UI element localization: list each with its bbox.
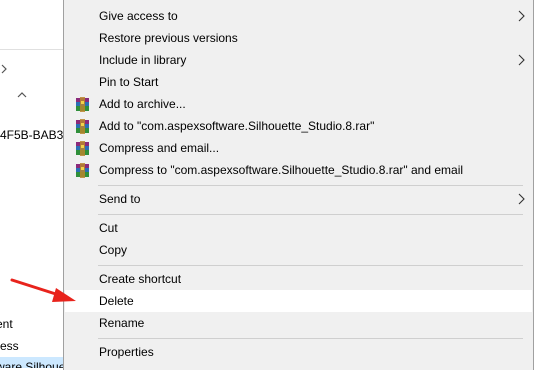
menu-item-label: Copy	[99, 243, 128, 257]
file-row[interactable]: -4F5B-BAB3	[0, 125, 66, 145]
menu-item-restore-previous-versions[interactable]: Restore previous versions	[65, 27, 532, 49]
menu-item-label: Add to "com.aspexsoftware.Silhouette_Stu…	[99, 119, 375, 133]
menu-item-add-to-archive[interactable]: Add to archive...	[65, 93, 532, 115]
menu-item-cut[interactable]: Cut	[65, 217, 532, 239]
menu-item-rename[interactable]: Rename	[65, 312, 532, 334]
menu-item-label: Delete	[99, 294, 134, 308]
context-menu: Give access to Restore previous versions…	[63, 0, 534, 370]
menu-separator	[98, 338, 523, 339]
menu-item-label: Rename	[99, 316, 145, 330]
chevron-up-icon[interactable]	[17, 91, 27, 99]
menu-item-pin-to-start[interactable]: Pin to Start	[65, 71, 532, 93]
winrar-icon	[76, 119, 89, 134]
menu-item-send-to[interactable]: Send to	[65, 188, 532, 210]
explorer-divider	[0, 49, 66, 50]
menu-item-label: Give access to	[99, 9, 178, 23]
file-name: ent	[0, 317, 13, 331]
menu-item-label: Restore previous versions	[99, 31, 238, 45]
menu-item-label: Properties	[99, 345, 154, 359]
winrar-icon	[76, 141, 89, 156]
file-name: -4F5B-BAB3	[0, 128, 64, 142]
menu-separator	[98, 265, 523, 266]
file-name: ress	[0, 339, 19, 353]
winrar-icon	[76, 163, 89, 178]
submenu-arrow-icon	[518, 54, 525, 66]
menu-item-copy[interactable]: Copy	[65, 239, 532, 261]
menu-item-label: Create shortcut	[99, 272, 182, 286]
menu-item-label: Send to	[99, 192, 141, 206]
menu-item-include-in-library[interactable]: Include in library	[65, 49, 532, 71]
explorer-background: -4F5B-BAB3 ent ress ware.Silhoue	[0, 0, 66, 368]
menu-item-give-access[interactable]: Give access to	[65, 5, 532, 27]
menu-item-label: Cut	[99, 221, 118, 235]
menu-item-add-to-rar[interactable]: Add to "com.aspexsoftware.Silhouette_Stu…	[65, 115, 532, 137]
menu-separator	[98, 185, 523, 186]
submenu-arrow-icon	[518, 193, 525, 205]
menu-item-label: Pin to Start	[99, 75, 159, 89]
menu-item-label: Include in library	[99, 53, 187, 67]
menu-item-compress-to-rar-and-email[interactable]: Compress to "com.aspexsoftware.Silhouett…	[65, 159, 532, 181]
menu-separator	[98, 214, 523, 215]
chevron-right-icon[interactable]	[0, 63, 10, 75]
file-row[interactable]: ent	[0, 314, 66, 334]
menu-item-label: Add to archive...	[99, 97, 186, 111]
menu-item-label: Compress to "com.aspexsoftware.Silhouett…	[99, 163, 464, 177]
menu-item-compress-and-email[interactable]: Compress and email...	[65, 137, 532, 159]
menu-item-create-shortcut[interactable]: Create shortcut	[65, 268, 532, 290]
menu-item-delete[interactable]: Delete	[65, 290, 532, 312]
file-row[interactable]: ress	[0, 336, 66, 356]
menu-item-properties[interactable]: Properties	[65, 341, 532, 363]
menu-item-label: Compress and email...	[99, 141, 220, 155]
file-name: ware.Silhoue	[0, 360, 66, 368]
file-row-selected[interactable]: ware.Silhoue	[0, 357, 66, 368]
submenu-arrow-icon	[518, 10, 525, 22]
winrar-icon	[76, 97, 89, 112]
